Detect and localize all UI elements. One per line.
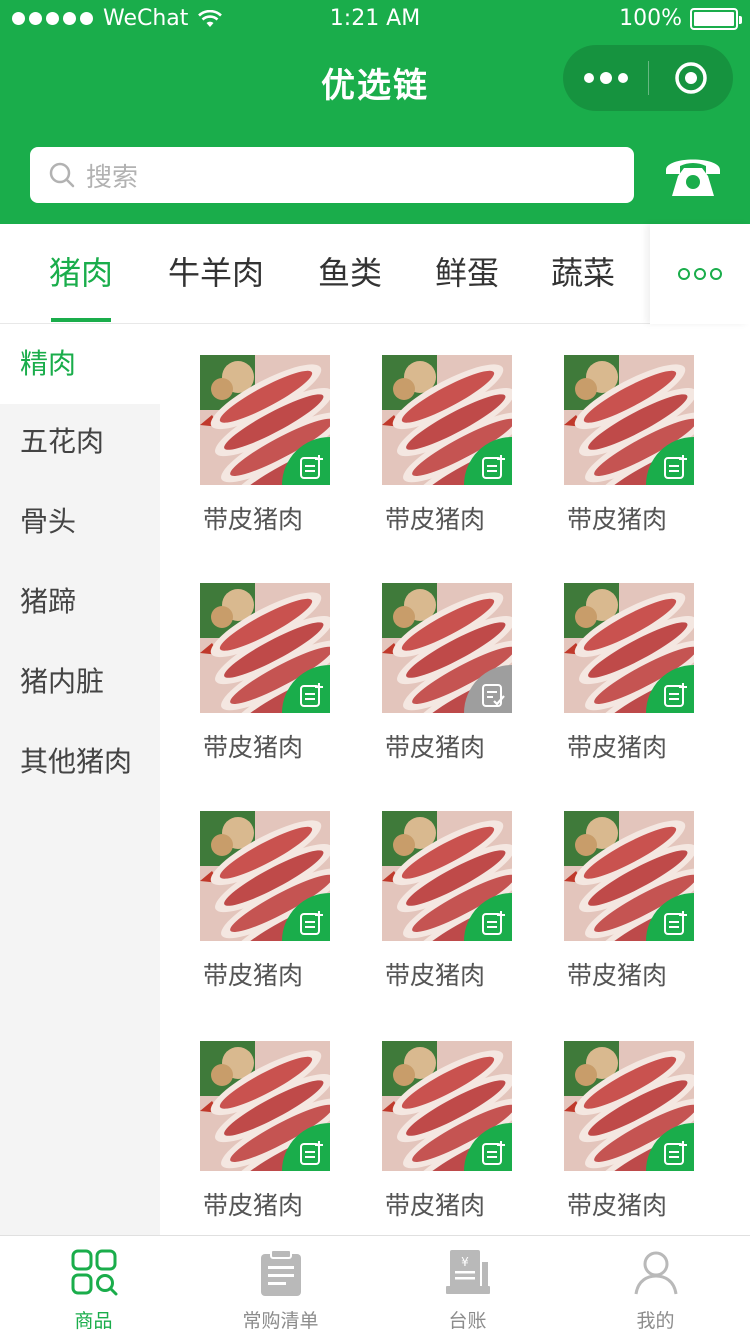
list-add-icon bbox=[664, 455, 687, 479]
product-card[interactable]: 带皮猪肉 bbox=[544, 583, 694, 793]
product-image[interactable] bbox=[200, 583, 330, 713]
sidebar-item[interactable]: 骨头 bbox=[0, 482, 160, 562]
more-dot-icon bbox=[599, 72, 612, 84]
sidebar-item[interactable]: 猪蹄 bbox=[0, 562, 160, 642]
product-image[interactable] bbox=[564, 1041, 694, 1171]
clipboard-icon bbox=[260, 1249, 301, 1296]
list-check-icon bbox=[482, 684, 505, 707]
product-card[interactable]: 带皮猪肉 bbox=[544, 811, 694, 1021]
product-name: 带皮猪肉 bbox=[567, 505, 668, 534]
more-dot-icon bbox=[583, 73, 594, 83]
header: WeChat 1:21 AM 100% 优选链 搜索 bbox=[0, 0, 750, 224]
list-add-icon bbox=[482, 1141, 505, 1165]
tabbar-label: 常购清单 bbox=[242, 1310, 319, 1332]
product-name: 带皮猪肉 bbox=[385, 733, 486, 762]
product-name: 带皮猪肉 bbox=[567, 1191, 668, 1220]
product-card[interactable]: 带皮猪肉 bbox=[362, 811, 512, 1021]
sidebar-item[interactable]: 精肉 bbox=[0, 324, 160, 404]
sidebar-item[interactable]: 五花肉 bbox=[0, 402, 160, 482]
sidebar-item[interactable]: 其他猪肉 bbox=[0, 722, 160, 802]
close-miniprogram-button[interactable] bbox=[649, 45, 733, 111]
phone-button[interactable] bbox=[662, 150, 724, 202]
list-add-icon bbox=[300, 1141, 323, 1165]
list-add-icon bbox=[300, 683, 323, 707]
product-name: 带皮猪肉 bbox=[385, 961, 486, 990]
tab-category[interactable]: 鲜蛋 bbox=[427, 224, 507, 324]
miniprogram-capsule bbox=[563, 45, 733, 111]
tabbar-item-mine[interactable]: 我的 bbox=[561, 1236, 750, 1334]
product-image[interactable] bbox=[200, 1041, 330, 1171]
search-input[interactable]: 搜索 bbox=[30, 147, 634, 203]
grid-search-icon bbox=[71, 1249, 117, 1296]
product-card[interactable]: 带皮猪肉 bbox=[180, 355, 330, 565]
product-image[interactable] bbox=[564, 583, 694, 713]
product-image[interactable] bbox=[382, 1041, 512, 1171]
sidebar-item[interactable]: 猪内脏 bbox=[0, 642, 160, 722]
product-name: 带皮猪肉 bbox=[203, 1191, 304, 1220]
product-image[interactable] bbox=[200, 355, 330, 485]
product-card[interactable]: 带皮猪肉 bbox=[180, 1041, 330, 1251]
tabbar-label: 商品 bbox=[74, 1310, 113, 1332]
more-circle-icon bbox=[710, 268, 722, 280]
product-card[interactable]: 带皮猪肉 bbox=[180, 811, 330, 1021]
list-add-icon bbox=[482, 911, 505, 935]
list-add-icon bbox=[664, 911, 687, 935]
product-image[interactable] bbox=[382, 583, 512, 713]
svg-text:¥: ¥ bbox=[461, 1255, 469, 1269]
product-name: 带皮猪肉 bbox=[567, 733, 668, 762]
tab-category[interactable]: 蔬菜 bbox=[543, 224, 623, 324]
search-icon bbox=[49, 162, 75, 188]
product-name: 带皮猪肉 bbox=[203, 505, 304, 534]
status-bar: WeChat 1:21 AM 100% bbox=[0, 0, 750, 40]
tabbar-label: 我的 bbox=[636, 1310, 675, 1332]
product-image[interactable] bbox=[382, 811, 512, 941]
more-categories-button[interactable] bbox=[650, 224, 750, 324]
battery-indicator: 100% bbox=[619, 6, 742, 31]
target-close-icon bbox=[675, 62, 707, 94]
active-tab-indicator bbox=[51, 318, 111, 322]
product-card[interactable]: 带皮猪肉 bbox=[362, 355, 512, 565]
more-menu-button[interactable] bbox=[563, 45, 648, 111]
tabbar-label: 台账 bbox=[448, 1310, 487, 1332]
product-image[interactable] bbox=[200, 811, 330, 941]
tabbar-item-products[interactable]: 商品 bbox=[0, 1236, 187, 1334]
more-circle-icon bbox=[678, 268, 690, 280]
list-add-icon bbox=[300, 911, 323, 935]
tab-category[interactable]: 猪肉 bbox=[41, 224, 121, 324]
tabbar-item-ledger[interactable]: ¥ 台账 bbox=[374, 1236, 561, 1334]
list-add-icon bbox=[664, 683, 687, 707]
product-card[interactable]: 带皮猪肉 bbox=[544, 1041, 694, 1251]
list-add-icon bbox=[482, 455, 505, 479]
product-card[interactable]: 带皮猪肉 bbox=[362, 1041, 512, 1251]
subcategory-sidebar: 精肉 五花肉 骨头 猪蹄 猪内脏 其他猪肉 bbox=[0, 324, 160, 1235]
product-name: 带皮猪肉 bbox=[203, 733, 304, 762]
tabbar-item-frequent-list[interactable]: 常购清单 bbox=[187, 1236, 374, 1334]
list-add-icon bbox=[664, 1141, 687, 1165]
category-tabs: 猪肉 牛羊肉 鱼类 鲜蛋 蔬菜 bbox=[0, 224, 750, 324]
more-dot-icon bbox=[617, 73, 628, 83]
product-image[interactable] bbox=[564, 811, 694, 941]
battery-percent: 100% bbox=[619, 6, 682, 31]
search-placeholder: 搜索 bbox=[86, 162, 139, 193]
bottom-tab-bar: 商品 常购清单 ¥ 台账 我的 bbox=[0, 1235, 750, 1334]
battery-icon bbox=[690, 7, 742, 30]
product-name: 带皮猪肉 bbox=[385, 505, 486, 534]
product-name: 带皮猪肉 bbox=[385, 1191, 486, 1220]
product-card[interactable]: 带皮猪肉 bbox=[544, 355, 694, 565]
product-card[interactable]: 带皮猪肉 bbox=[180, 583, 330, 793]
tab-category[interactable]: 牛羊肉 bbox=[160, 224, 272, 324]
product-image[interactable] bbox=[564, 355, 694, 485]
user-icon bbox=[634, 1251, 677, 1295]
tab-category[interactable]: 鱼类 bbox=[310, 224, 390, 324]
product-name: 带皮猪肉 bbox=[203, 961, 304, 990]
list-add-icon bbox=[300, 455, 323, 479]
product-card[interactable]: 带皮猪肉 bbox=[362, 583, 512, 793]
more-circle-icon bbox=[694, 268, 706, 280]
ledger-icon: ¥ bbox=[445, 1250, 490, 1294]
product-image[interactable] bbox=[382, 355, 512, 485]
product-name: 带皮猪肉 bbox=[567, 961, 668, 990]
phone-icon bbox=[666, 159, 720, 196]
